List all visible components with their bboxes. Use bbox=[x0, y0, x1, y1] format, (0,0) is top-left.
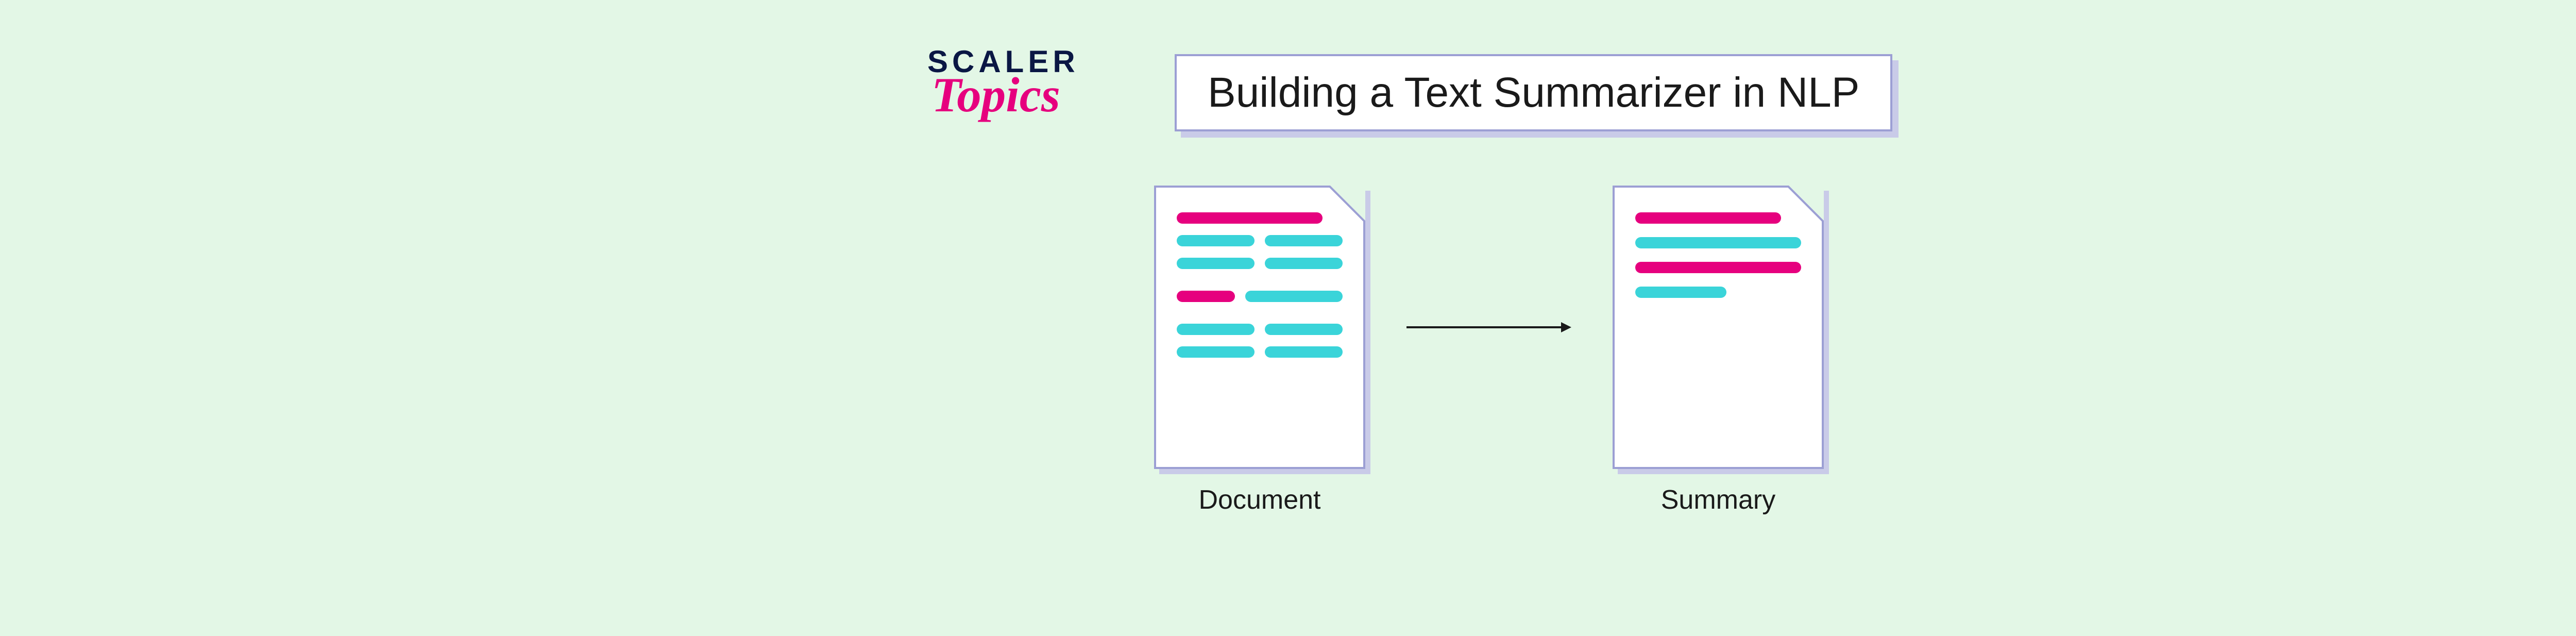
summarizer-diagram: Document Summary bbox=[1154, 186, 1824, 515]
document-label: Document bbox=[1199, 484, 1321, 515]
text-line-icon bbox=[1177, 324, 1255, 335]
text-line-icon bbox=[1177, 346, 1255, 358]
logo-subbrand-text: Topics bbox=[931, 75, 1108, 114]
summary-icon bbox=[1613, 186, 1824, 469]
scaler-topics-logo: SCALER Topics bbox=[927, 44, 1108, 114]
page-title: Building a Text Summarizer in NLP bbox=[1208, 69, 1859, 117]
text-line-icon bbox=[1265, 324, 1343, 335]
highlight-line-icon bbox=[1635, 212, 1781, 224]
summary-wrapper: Summary bbox=[1613, 186, 1824, 515]
text-line-icon bbox=[1265, 235, 1343, 246]
document-wrapper: Document bbox=[1154, 186, 1365, 515]
text-line-icon bbox=[1177, 258, 1255, 269]
page-fold-icon bbox=[1330, 186, 1365, 221]
page-fold-icon bbox=[1789, 186, 1824, 221]
text-line-icon bbox=[1245, 291, 1343, 302]
title-box: Building a Text Summarizer in NLP bbox=[1175, 54, 1892, 131]
text-line-icon bbox=[1265, 258, 1343, 269]
highlight-line-icon bbox=[1177, 291, 1235, 302]
document-icon bbox=[1154, 186, 1365, 469]
text-line-icon bbox=[1265, 346, 1343, 358]
highlight-line-icon bbox=[1177, 212, 1323, 224]
text-line-icon bbox=[1635, 287, 1726, 298]
text-line-icon bbox=[1635, 237, 1801, 248]
arrow-icon bbox=[1406, 317, 1571, 338]
summary-label: Summary bbox=[1661, 484, 1775, 515]
highlight-line-icon bbox=[1635, 262, 1801, 273]
text-line-icon bbox=[1177, 235, 1255, 246]
